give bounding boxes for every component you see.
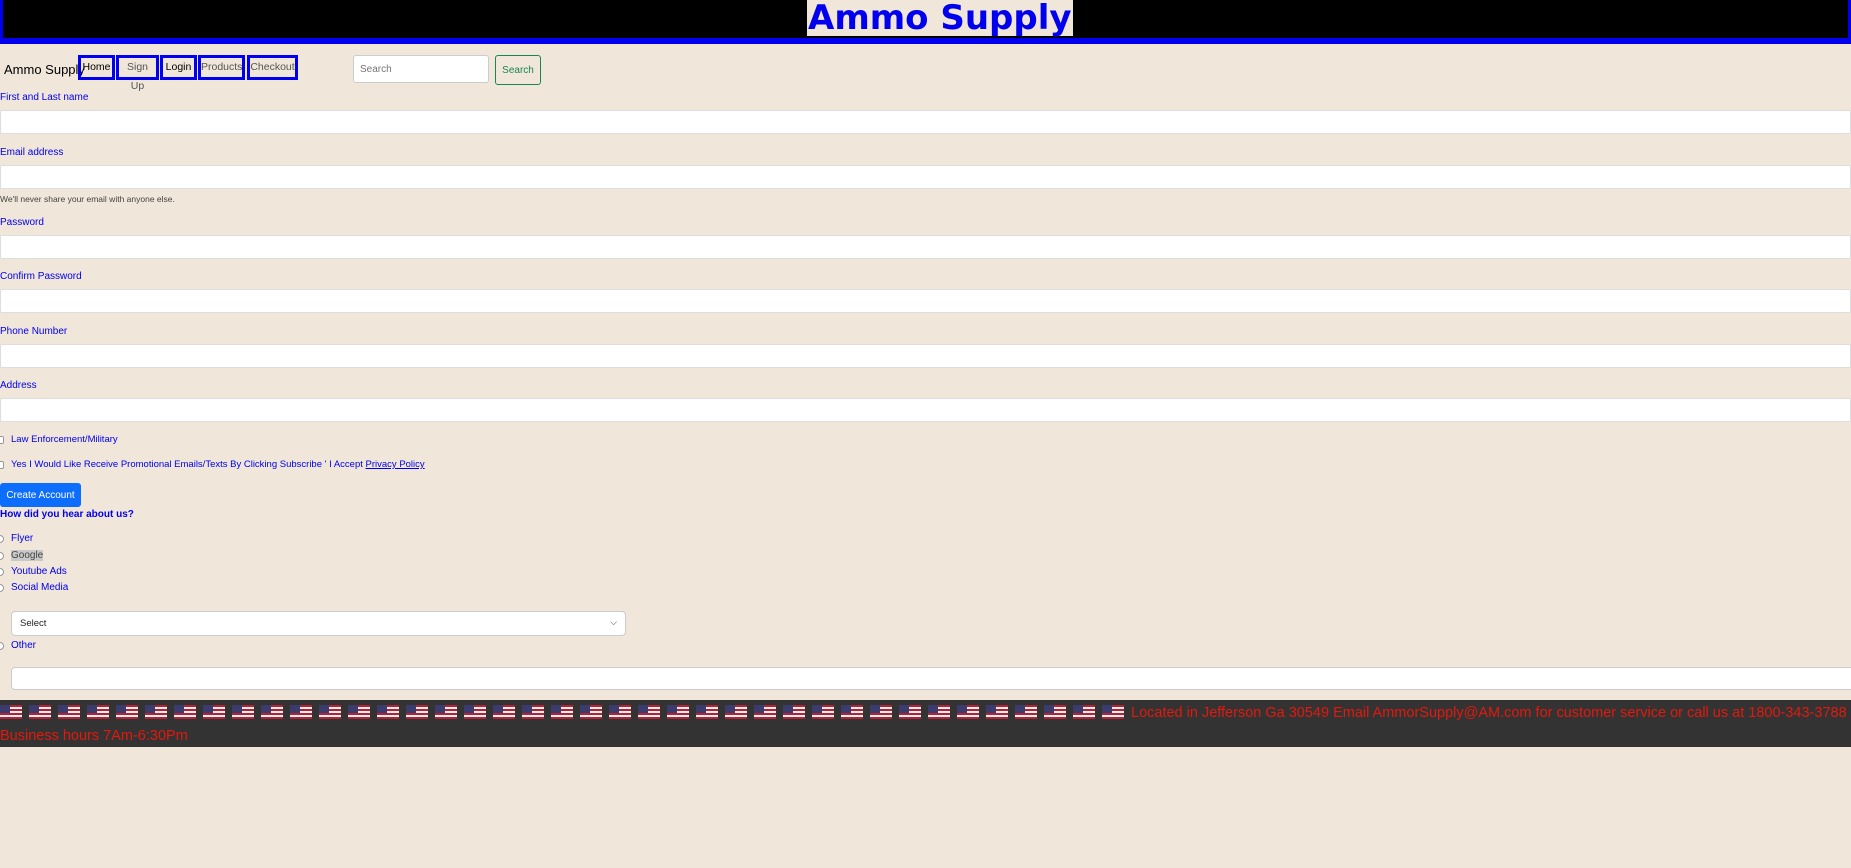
us-flag-icon [1102, 705, 1124, 719]
search-input[interactable] [353, 55, 489, 83]
promo-label: Yes I Would Like Receive Promotional Ema… [11, 459, 363, 470]
radio-label-other: Other [11, 640, 37, 651]
us-flag-icon [725, 705, 747, 719]
us-flag-icon [493, 705, 515, 719]
us-flag-icon [551, 705, 573, 719]
privacy-policy-link[interactable]: Privacy Policy [366, 459, 425, 470]
us-flag-icon [812, 705, 834, 719]
us-flag-icon [261, 705, 283, 719]
law-enforcement-checkbox[interactable] [0, 436, 4, 444]
nav-checkout[interactable]: Checkout [247, 55, 298, 80]
email-field[interactable] [0, 165, 1851, 189]
us-flag-icon [406, 705, 428, 719]
us-flag-icon [58, 705, 80, 719]
us-flag-icon [580, 705, 602, 719]
us-flag-icon [928, 705, 950, 719]
us-flag-icon [870, 705, 892, 719]
address-field[interactable] [0, 398, 1851, 422]
us-flag-icon [87, 705, 109, 719]
us-flag-icon [174, 705, 196, 719]
us-flag-icon [986, 705, 1008, 719]
us-flag-icon [957, 705, 979, 719]
navbar-brand[interactable]: Ammo Supply [4, 62, 85, 77]
radio-youtube-ads[interactable] [0, 568, 4, 576]
us-flag-icon [1044, 705, 1066, 719]
radio-google[interactable] [0, 552, 4, 560]
radio-social-media[interactable] [0, 584, 4, 592]
us-flag-icon [696, 705, 718, 719]
us-flag-icon [377, 705, 399, 719]
us-flag-icon [203, 705, 225, 719]
us-flag-icon [1015, 705, 1037, 719]
phone-field[interactable] [0, 344, 1851, 368]
address-label: Address [0, 380, 37, 391]
radio-label-google: Google [11, 550, 44, 561]
email-label: Email address [0, 147, 64, 158]
us-flag-icon [290, 705, 312, 719]
hear-about-us-heading: How did you hear about us? [0, 509, 134, 520]
us-flag-icon [899, 705, 921, 719]
radio-flyer[interactable] [0, 535, 4, 543]
us-flag-icon [522, 705, 544, 719]
us-flag-icon [0, 705, 22, 719]
us-flag-icon [29, 705, 51, 719]
email-help-text: We'll never share your email with anyone… [0, 194, 175, 204]
nav-products[interactable]: Products [198, 55, 245, 80]
radio-label-youtube-ads: Youtube Ads [11, 566, 67, 577]
name-label: First and Last name [0, 92, 89, 103]
us-flag-icon [464, 705, 486, 719]
other-field[interactable] [11, 667, 1851, 690]
us-flag-icon [232, 705, 254, 719]
us-flag-icon [667, 705, 689, 719]
nav-sign-up[interactable]: Sign Up [116, 55, 159, 92]
us-flag-icons [0, 705, 1131, 721]
us-flag-icon [145, 705, 167, 719]
us-flag-icon [783, 705, 805, 719]
us-flag-icon [638, 705, 660, 719]
us-flag-icon [116, 705, 138, 719]
phone-label: Phone Number [0, 326, 68, 337]
password-field[interactable] [0, 235, 1851, 259]
confirm-password-field[interactable] [0, 289, 1851, 313]
select-value: Select [20, 618, 47, 629]
name-field[interactable] [0, 110, 1851, 134]
search-button[interactable]: Search [495, 55, 541, 85]
chevron-down-icon: ⌵ [610, 617, 617, 627]
promo-text: Yes I Would Like Receive Promotional Ema… [11, 459, 425, 470]
confirm-password-label: Confirm Password [0, 271, 82, 282]
us-flag-icon [348, 705, 370, 719]
radio-other[interactable] [0, 642, 4, 650]
nav-home[interactable]: Home [78, 55, 115, 80]
law-enforcement-label: Law Enforcement/Military [11, 434, 118, 445]
nav-login[interactable]: Login [160, 55, 197, 80]
us-flag-icon [754, 705, 776, 719]
us-flag-icon [841, 705, 863, 719]
radio-label-social-media: Social Media [11, 582, 69, 593]
us-flag-icon [609, 705, 631, 719]
us-flag-icon [1073, 705, 1095, 719]
site-header: Ammo Supply [0, 0, 1851, 44]
password-label: Password [0, 217, 44, 228]
site-title: Ammo Supply [807, 0, 1073, 38]
us-flag-icon [319, 705, 341, 719]
site-footer: Located in Jefferson Ga 30549 Email Ammo… [0, 700, 1851, 747]
navbar: Ammo Supply Home Sign Up Login Products … [0, 53, 1851, 92]
create-account-button[interactable]: Create Account [0, 483, 81, 507]
radio-label-flyer: Flyer [11, 533, 34, 544]
social-media-select[interactable]: Select ⌵ [11, 611, 626, 636]
us-flag-icon [435, 705, 457, 719]
promo-checkbox[interactable] [0, 461, 4, 469]
